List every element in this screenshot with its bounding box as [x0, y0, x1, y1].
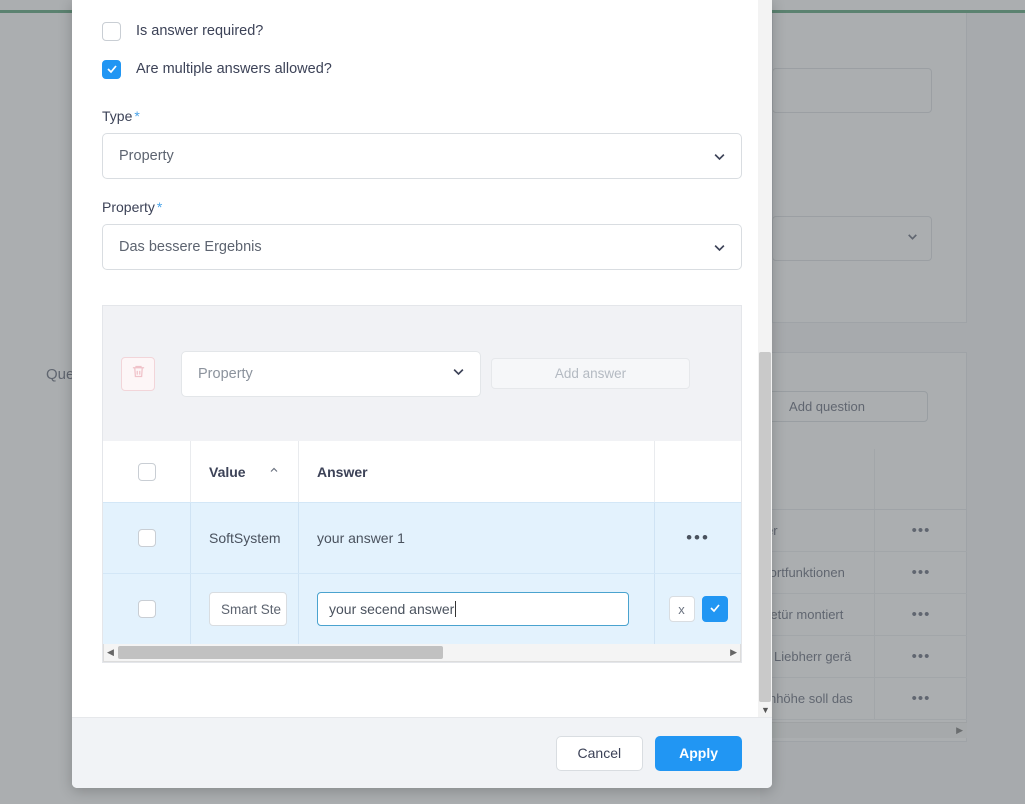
row-select-cell[interactable]: [103, 574, 191, 644]
row-select-cell[interactable]: [103, 503, 191, 573]
row-actions-button[interactable]: •••: [655, 503, 741, 573]
row-answer-edit-cell[interactable]: your secend answer: [299, 574, 655, 644]
check-icon: [709, 601, 721, 617]
header-select-all[interactable]: [103, 441, 191, 502]
scrollbar-thumb[interactable]: [118, 646, 443, 659]
checkbox-label-answer-required: Is answer required?: [136, 23, 264, 39]
required-marker: *: [134, 108, 140, 124]
select-answer-property-value: Property: [198, 365, 253, 382]
checkbox-row-select[interactable]: [137, 529, 156, 547]
cancel-button[interactable]: Cancel: [555, 735, 644, 771]
value-input[interactable]: Smart Ste: [209, 592, 287, 626]
dialog-footer: Cancel Apply: [72, 717, 772, 788]
confirm-edit-button[interactable]: [701, 596, 728, 622]
select-property[interactable]: Das bessere Ergebnis: [102, 224, 742, 270]
checkbox-multiple-answers[interactable]: [102, 59, 121, 79]
row-value-cell: SoftSystem: [191, 503, 299, 573]
cancel-edit-button[interactable]: x: [668, 596, 695, 622]
scrollbar-thumb[interactable]: [759, 352, 771, 702]
header-value-label: Value: [209, 463, 246, 480]
answers-table-header: Value Answer: [103, 441, 741, 502]
select-type-value: Property: [119, 148, 174, 164]
select-property-value: Das bessere Ergebnis: [119, 239, 262, 255]
row-answer-cell: your answer 1: [299, 503, 655, 573]
answers-table: Value Answer SoftSystem your answer 1 ••: [102, 441, 742, 663]
checkbox-answer-required[interactable]: [102, 21, 121, 41]
row-value-edit-cell[interactable]: Smart Ste: [191, 574, 299, 644]
header-value[interactable]: Value: [191, 441, 299, 502]
label-type: Type *: [102, 108, 742, 124]
chevron-down-icon: [712, 149, 727, 164]
trash-icon: [131, 364, 146, 384]
header-actions: [655, 441, 741, 502]
answer-input[interactable]: your secend answer: [317, 592, 629, 626]
checkbox-row-answer-required[interactable]: Is answer required?: [102, 12, 742, 50]
add-answer-button[interactable]: Add answer: [491, 358, 690, 389]
checkbox-label-multiple-answers: Are multiple answers allowed?: [136, 61, 332, 77]
header-answer[interactable]: Answer: [299, 441, 655, 502]
sort-asc-icon[interactable]: [268, 464, 280, 479]
header-answer-label: Answer: [317, 463, 368, 480]
label-property: Property *: [102, 199, 742, 215]
scroll-right-arrow-icon[interactable]: ▶: [730, 647, 737, 658]
answer-input-value: your secend answer: [329, 601, 455, 617]
table-row-editing[interactable]: Smart Ste your secend answer x: [103, 573, 741, 644]
delete-answers-button[interactable]: [121, 356, 155, 391]
select-type[interactable]: Property: [102, 133, 742, 179]
apply-button[interactable]: Apply: [655, 735, 742, 771]
chevron-down-icon: [712, 240, 727, 255]
required-marker: *: [156, 199, 163, 215]
checkbox-row-multiple-answers[interactable]: Are multiple answers allowed?: [102, 50, 742, 88]
scroll-down-arrow-icon[interactable]: ▼: [761, 705, 770, 715]
label-type-text: Type: [102, 108, 133, 124]
select-answer-property[interactable]: Property: [181, 350, 481, 397]
chevron-down-icon: [451, 364, 466, 383]
dialog-vertical-scrollbar[interactable]: ▼: [758, 0, 772, 717]
answers-table-horizontal-scrollbar[interactable]: ◀ ▶: [103, 644, 741, 662]
row-edit-actions: x: [655, 574, 741, 644]
text-cursor: [455, 601, 457, 617]
checkbox-select-all[interactable]: [137, 462, 156, 481]
table-row[interactable]: SoftSystem your answer 1 •••: [103, 502, 741, 573]
label-property-text: Property: [102, 199, 155, 215]
answers-control-panel: Property Add answer: [102, 305, 742, 441]
question-settings-dialog: Is answer required? Are multiple answers…: [72, 0, 772, 788]
more-options-icon[interactable]: •••: [686, 529, 710, 546]
dialog-body: Is answer required? Are multiple answers…: [72, 0, 772, 717]
scroll-left-arrow-icon[interactable]: ◀: [107, 647, 114, 658]
checkbox-row-select[interactable]: [137, 600, 156, 618]
